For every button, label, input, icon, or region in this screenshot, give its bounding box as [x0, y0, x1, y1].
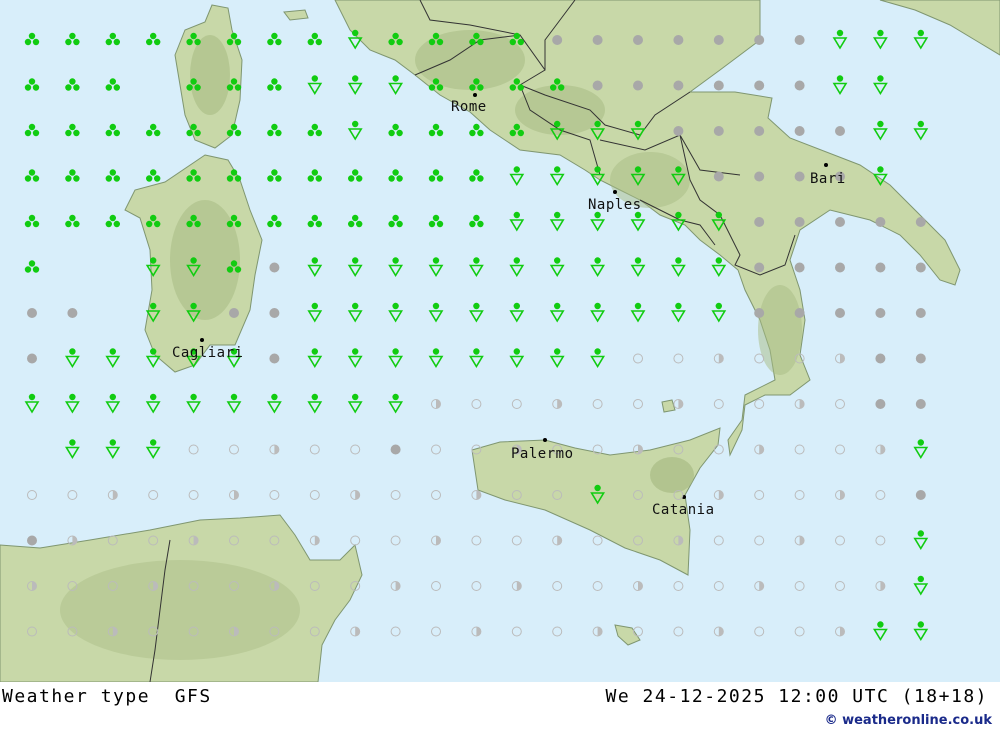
city-marker-naples: [613, 190, 617, 194]
overcast-symbol: [915, 353, 926, 364]
overcast-symbol: [915, 399, 926, 409]
overcast-symbol: [552, 35, 563, 45]
overcast-symbol: [633, 80, 643, 91]
overcast-symbol: [794, 171, 805, 182]
map-canvas: [0, 0, 1000, 682]
overcast-symbol: [67, 308, 78, 318]
overcast-symbol: [633, 35, 643, 45]
map-title: Weather type GFS: [2, 686, 212, 707]
land-lipari: [661, 399, 676, 413]
overcast-symbol: [592, 35, 603, 45]
overcast-symbol: [835, 217, 845, 227]
city-marker-bari: [824, 163, 828, 167]
weather-map: Rome Naples Bari Cagliari Palermo Catani…: [0, 0, 1000, 682]
overcast-symbol: [794, 80, 805, 91]
terrain-tunisia: [60, 560, 300, 660]
overcast-symbol: [673, 126, 684, 136]
overcast-symbol: [794, 217, 805, 227]
overcast-symbol: [835, 308, 845, 318]
overcast-symbol: [229, 308, 239, 318]
footer-bar: Weather type GFS We 24-12-2025 12:00 UTC…: [0, 682, 1000, 733]
overcast-symbol: [875, 308, 886, 318]
overcast-symbol: [875, 262, 886, 273]
city-label-naples: Naples: [588, 197, 642, 213]
city-marker-palermo: [543, 438, 547, 442]
overcast-symbol: [875, 399, 886, 409]
terrain-etna: [650, 457, 694, 493]
city-label-palermo: Palermo: [511, 446, 574, 462]
overcast-symbol: [875, 217, 886, 227]
overcast-symbol: [269, 262, 280, 273]
overcast-symbol: [794, 126, 805, 136]
map-datetime: We 24-12-2025 12:00 UTC (18+18): [605, 686, 988, 707]
overcast-symbol: [390, 444, 401, 455]
overcast-symbol: [713, 171, 724, 182]
city-label-cagliari: Cagliari: [172, 345, 244, 361]
overcast-symbol: [269, 308, 280, 318]
overcast-symbol: [754, 262, 765, 273]
overcast-symbol: [713, 80, 724, 91]
overcast-symbol: [835, 126, 845, 136]
overcast-symbol: [754, 308, 765, 318]
overcast-symbol: [754, 126, 765, 136]
terrain-calabria: [758, 285, 802, 375]
overcast-symbol: [592, 80, 603, 91]
overcast-symbol: [673, 35, 684, 45]
overcast-symbol: [713, 35, 724, 45]
overcast-symbol: [915, 262, 926, 273]
overcast-symbol: [915, 217, 926, 227]
overcast-symbol: [915, 308, 926, 318]
overcast-symbol: [713, 126, 724, 136]
overcast-symbol: [754, 80, 765, 91]
overcast-symbol: [794, 308, 805, 318]
overcast-symbol: [269, 353, 280, 364]
overcast-symbol: [27, 308, 37, 318]
overcast-symbol: [875, 353, 886, 364]
overcast-symbol: [835, 262, 845, 273]
overcast-symbol: [754, 35, 765, 45]
overcast-symbol: [27, 353, 37, 364]
city-label-rome: Rome: [451, 99, 487, 115]
city-marker-cagliari: [200, 338, 204, 342]
overcast-symbol: [754, 171, 765, 182]
overcast-symbol: [673, 80, 684, 91]
city-label-catania: Catania: [652, 502, 715, 518]
credit-link[interactable]: © weatheronline.co.uk: [825, 713, 992, 728]
city-label-bari: Bari: [810, 171, 846, 187]
overcast-symbol: [27, 535, 37, 546]
overcast-symbol: [794, 262, 805, 273]
terrain-sardinia: [170, 200, 240, 320]
overcast-symbol: [915, 490, 926, 500]
overcast-symbol: [754, 217, 765, 227]
terrain-corsica: [190, 35, 230, 115]
terrain-apennines-2: [515, 85, 605, 135]
city-marker-rome: [473, 93, 477, 97]
overcast-symbol: [794, 35, 805, 45]
